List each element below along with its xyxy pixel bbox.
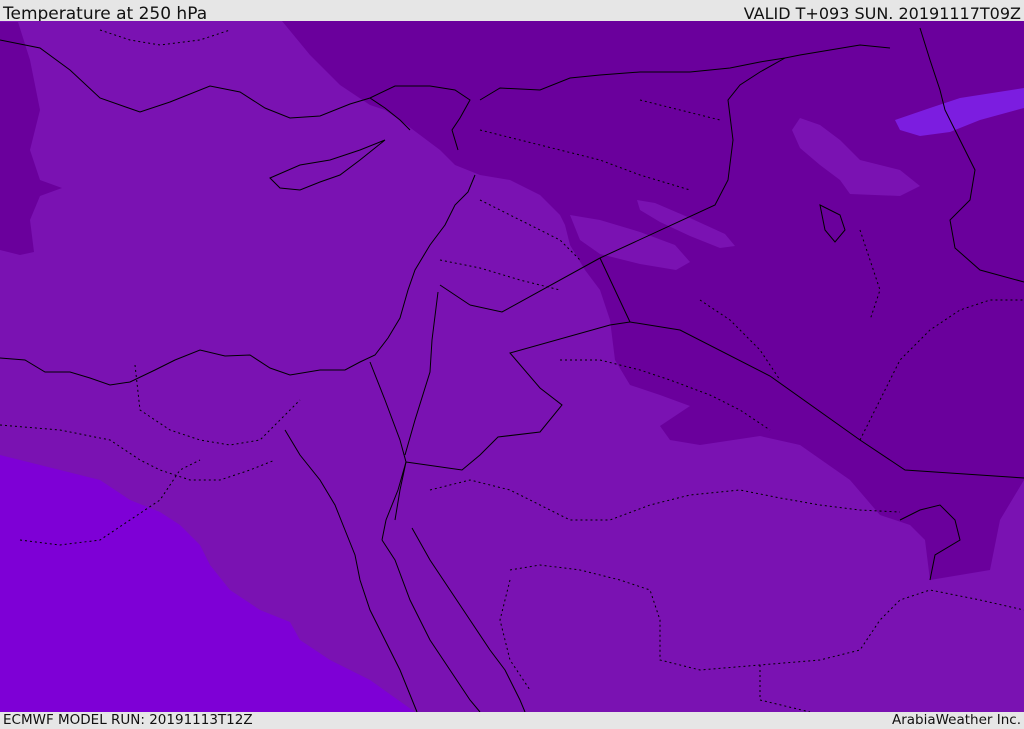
credit-label: ArabiaWeather Inc.	[891, 712, 1021, 728]
map-svg	[0, 21, 1024, 712]
model-run-label: ECMWF MODEL RUN: 20191113T12Z	[3, 712, 253, 728]
weather-map-frame: Temperature at 250 hPa VALID T+093 SUN. …	[0, 0, 1024, 729]
map-area	[0, 21, 1024, 712]
footer-bar: ECMWF MODEL RUN: 20191113T12Z ArabiaWeat…	[0, 712, 1024, 729]
header-bar: Temperature at 250 hPa VALID T+093 SUN. …	[0, 0, 1024, 24]
